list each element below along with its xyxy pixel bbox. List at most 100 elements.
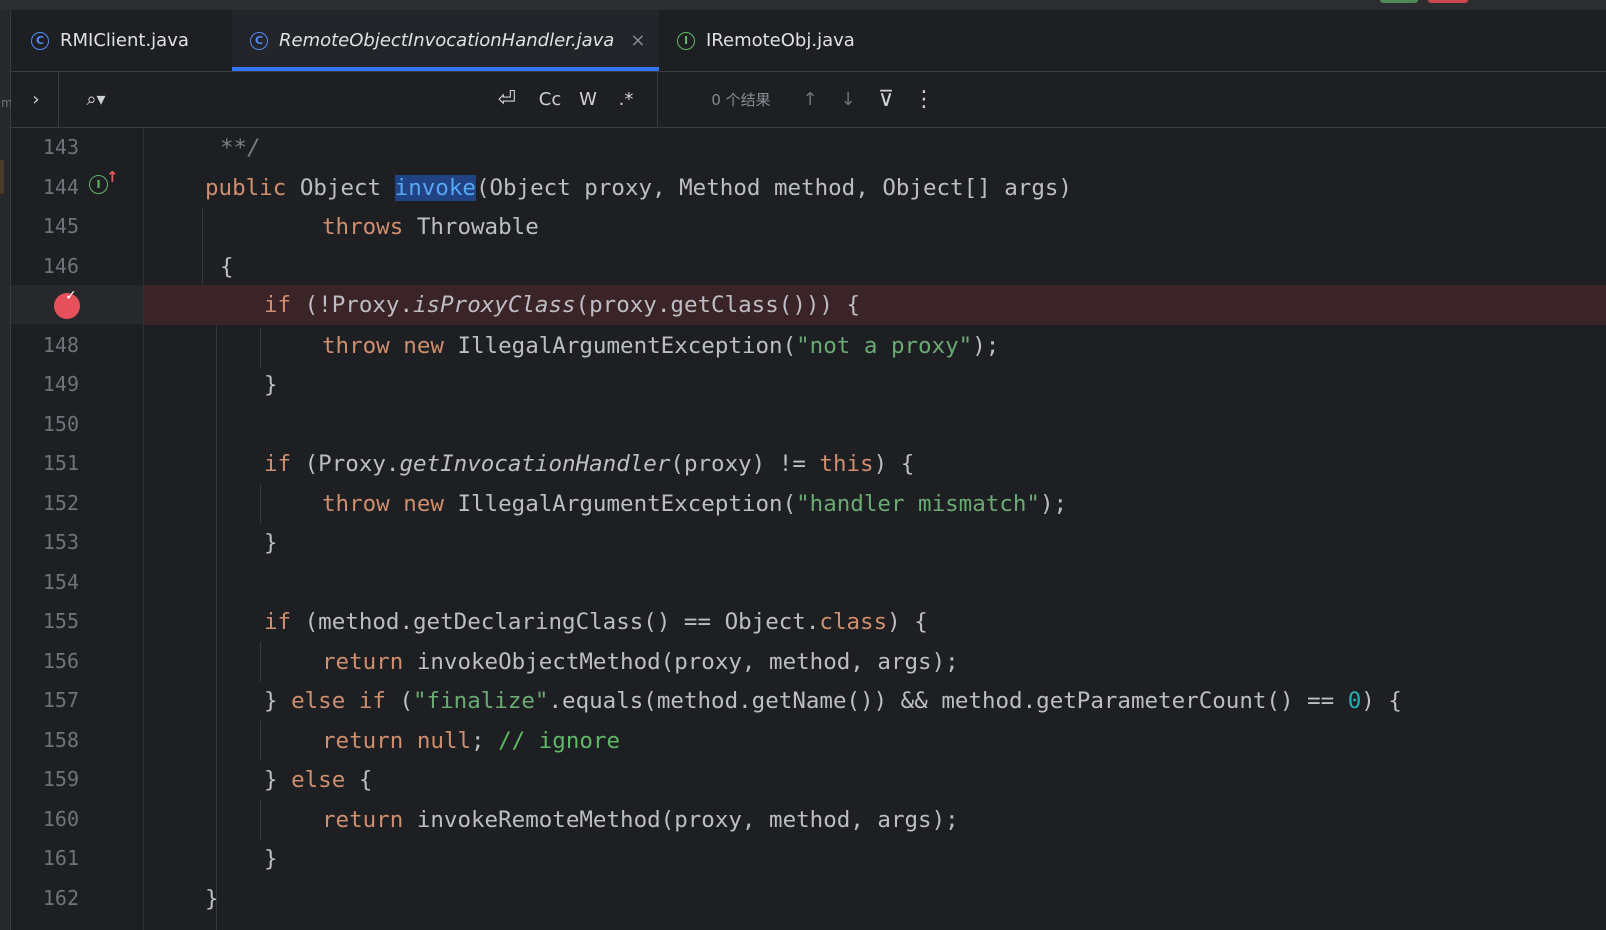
- line-number: 143: [42, 135, 79, 159]
- code-text: ;: [471, 728, 485, 754]
- code-text: );: [1039, 491, 1068, 517]
- brace: }: [205, 886, 219, 912]
- find-bar: › ⌕▾ ⏎ Cc W .* 0 个结果 ↑ ↓ ⊽ ⋮: [11, 72, 1606, 128]
- brace: }: [264, 846, 278, 872]
- line-number: 162: [42, 886, 79, 910]
- code-text: invokeRemoteMethod(proxy, method, args);: [416, 807, 959, 833]
- line-number: 149: [42, 372, 79, 396]
- interface-icon: I: [677, 31, 695, 50]
- type-name: Throwable: [416, 214, 539, 240]
- line-number: 154: [42, 570, 79, 594]
- class-icon: C: [250, 31, 268, 50]
- line-number: 151: [42, 451, 79, 475]
- code-text: );: [972, 333, 1000, 359]
- code-text: IllegalArgumentException(: [457, 333, 797, 359]
- brace: {: [220, 254, 234, 280]
- class-icon: C: [31, 31, 49, 50]
- keyword: return: [322, 807, 404, 833]
- tab-iremoteobj[interactable]: I IRemoteObj.java: [677, 10, 897, 71]
- search-input[interactable]: [121, 84, 485, 116]
- code-line-159: } else {: [144, 760, 1606, 800]
- arrow-down-icon[interactable]: ↓: [835, 72, 861, 127]
- arrow-up-icon[interactable]: ↑: [797, 72, 823, 127]
- code-text: ) {: [873, 451, 915, 477]
- code-text: }: [264, 688, 292, 714]
- code-text: invokeObjectMethod(proxy, method, args);: [416, 649, 959, 675]
- line-number: 148: [42, 333, 79, 357]
- divider: [657, 72, 658, 127]
- regex-toggle[interactable]: .*: [611, 72, 641, 127]
- code-text: (: [399, 688, 414, 714]
- doc-comment-end: **/: [220, 135, 261, 161]
- line-number: 146: [42, 254, 79, 278]
- keyword: if: [264, 292, 292, 318]
- tab-label: RemoteObjectInvocationHandler.java: [279, 30, 615, 51]
- active-tab-indicator: [232, 67, 659, 71]
- arrow-up-icon: ↑: [106, 168, 119, 186]
- code-text: (proxy.getClass())) {: [575, 292, 861, 318]
- chevron-right-icon[interactable]: ›: [21, 72, 51, 127]
- tool-window-strip: m: [0, 10, 13, 930]
- filter-icon[interactable]: ⊽: [873, 72, 899, 127]
- match-case-toggle[interactable]: Cc: [533, 72, 567, 127]
- more-options-icon[interactable]: ⋮: [911, 72, 937, 127]
- line-number: 160: [42, 807, 79, 831]
- code-line-151: if (Proxy.getInvocationHandler(proxy) !=…: [144, 444, 1606, 484]
- method-name-highlighted: invoke: [394, 175, 476, 201]
- line-number: 159: [42, 767, 79, 791]
- number-literal: 0: [1347, 688, 1362, 714]
- search-icon[interactable]: ⌕▾: [79, 72, 113, 127]
- code-line-143: **/: [144, 128, 1606, 168]
- code-line-148: throw new IllegalArgumentException("not …: [144, 326, 1606, 366]
- keyword: else: [291, 688, 346, 714]
- line-number: 153: [42, 530, 79, 554]
- static-method: getInvocationHandler: [399, 451, 671, 477]
- editor-gutter[interactable]: 143 144 145 146 148 149 150 151 152 153 …: [11, 128, 144, 930]
- search-results-count: 0 个结果: [711, 91, 771, 109]
- keyword: class: [819, 609, 888, 635]
- code-text: {: [345, 767, 373, 793]
- type-name: Object: [299, 175, 382, 201]
- tab-remote-object-invocation-handler[interactable]: C RemoteObjectInvocationHandler.java ×: [232, 10, 659, 71]
- line-number: 156: [42, 649, 79, 673]
- keyword: throw: [322, 491, 390, 517]
- line-number: 157: [42, 688, 79, 712]
- title-strip: [0, 0, 1606, 10]
- brace: }: [264, 530, 278, 556]
- code-editor[interactable]: **/ public Object invoke(Object proxy, M…: [144, 128, 1606, 930]
- code-text: }: [264, 767, 292, 793]
- code-line-161: }: [144, 839, 1606, 879]
- tab-label: RMIClient.java: [60, 30, 189, 51]
- checkmark-icon: ✓: [65, 288, 77, 304]
- line-comment: // ignore: [498, 728, 621, 754]
- code-text: ) {: [1361, 688, 1402, 714]
- code-text: (method.getDeclaringClass() == Object.: [304, 609, 820, 635]
- close-icon[interactable]: ×: [630, 30, 645, 51]
- code-line-144: public Object invoke(Object proxy, Metho…: [144, 168, 1606, 208]
- code-line-160: return invokeRemoteMethod(proxy, method,…: [144, 800, 1606, 840]
- keyword: if: [264, 451, 292, 477]
- code-line-155: if (method.getDeclaringClass() == Object…: [144, 602, 1606, 642]
- line-number: 155: [42, 609, 79, 633]
- code-text: (proxy) !=: [670, 451, 820, 477]
- line-number: 158: [42, 728, 79, 752]
- tab-label: IRemoteObj.java: [706, 30, 855, 51]
- tab-rmiclient[interactable]: C RMIClient.java: [31, 10, 231, 71]
- code-line-152: throw new IllegalArgumentException("hand…: [144, 484, 1606, 524]
- keyword: if: [358, 688, 386, 714]
- status-indicator-green: [1380, 0, 1418, 3]
- wrap-icon[interactable]: ⏎: [491, 72, 523, 127]
- whole-words-toggle[interactable]: W: [573, 72, 603, 127]
- code-text: IllegalArgumentException(: [457, 491, 797, 517]
- bookmark-marker: [0, 160, 4, 194]
- code-text: ) {: [887, 609, 928, 635]
- keyword: null: [416, 728, 472, 754]
- line-number: 145: [42, 214, 79, 238]
- brace: }: [264, 372, 278, 398]
- line-number: 161: [42, 846, 79, 870]
- code-line-147: if (!Proxy.isProxyClass(proxy.getClass()…: [144, 285, 1606, 325]
- keyword: public: [205, 175, 287, 201]
- line-number: 152: [42, 491, 79, 515]
- editor-tab-bar: C RMIClient.java C RemoteObjectInvocatio…: [11, 10, 1606, 72]
- code-line-162: }: [144, 879, 1606, 919]
